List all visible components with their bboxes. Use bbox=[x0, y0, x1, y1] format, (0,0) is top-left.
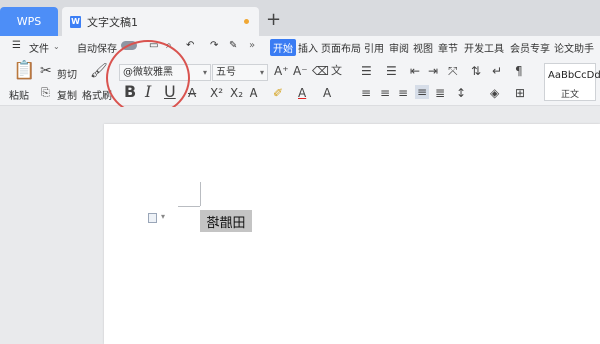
tab-developer[interactable]: 开发工具 bbox=[464, 40, 504, 55]
grow-font-icon[interactable]: A⁺ bbox=[274, 64, 289, 78]
increase-indent-icon[interactable]: ⇥ bbox=[428, 64, 438, 78]
tab-home[interactable]: 开始 bbox=[270, 39, 296, 56]
borders-icon[interactable]: ⊞ bbox=[515, 86, 525, 100]
tab-member[interactable]: 会员专享 bbox=[510, 40, 550, 55]
document-canvas: ▾ 田腊塔 bbox=[0, 107, 600, 344]
align-center-icon[interactable]: ≡ bbox=[380, 86, 390, 100]
unsaved-dot-icon bbox=[244, 19, 249, 24]
copy-icon[interactable]: ⎘ bbox=[41, 86, 50, 100]
align-right-icon[interactable]: ≡ bbox=[398, 86, 408, 100]
copy-button[interactable]: 复制 bbox=[57, 87, 77, 102]
tab-insert[interactable]: 插入 bbox=[298, 40, 318, 55]
font-size-value: 五号 bbox=[216, 67, 236, 78]
hamburger-menu-icon[interactable]: ☰ bbox=[12, 40, 21, 51]
paste-icon[interactable]: 📋 bbox=[13, 62, 35, 80]
tab-section[interactable]: 章节 bbox=[438, 40, 458, 55]
undo-icon[interactable]: ↶ bbox=[186, 40, 194, 51]
phonetic-guide-icon[interactable]: 文 bbox=[331, 64, 342, 78]
tab-paper-assistant[interactable]: 论文助手 bbox=[554, 40, 594, 55]
chinese-layout-icon[interactable]: ⤧ bbox=[448, 64, 458, 78]
tab-page-layout[interactable]: 页面布局 bbox=[321, 40, 361, 55]
tab-view[interactable]: 视图 bbox=[413, 40, 433, 55]
highlight-color-icon[interactable]: ✐ bbox=[273, 86, 283, 100]
sort-icon[interactable]: ⇅ bbox=[471, 64, 481, 78]
autosave-label: 自动保存 bbox=[77, 44, 117, 55]
decrease-indent-icon[interactable]: ⇤ bbox=[410, 64, 420, 78]
paragraph-spacing-icon[interactable]: ↵ bbox=[492, 64, 502, 78]
paragraph-layout-icon[interactable] bbox=[148, 213, 157, 223]
show-marks-icon[interactable]: ¶ bbox=[515, 64, 523, 78]
ribbon-home: 📋 粘贴 ✂ 剪切 ⎘ 复制 🖌 格式刷 @微软雅黑 ▾ 五号 ▾ A⁺ A⁻ … bbox=[0, 40, 600, 116]
style-normal-label: 正文 bbox=[561, 90, 580, 100]
chevron-down-icon[interactable]: ▾ bbox=[161, 212, 165, 221]
redo-icon[interactable]: ↷ bbox=[210, 40, 218, 51]
subscript-icon[interactable]: X₂ bbox=[230, 86, 243, 100]
writer-doc-icon: W bbox=[70, 15, 81, 28]
text-effect-icon[interactable]: Ꭺ bbox=[250, 86, 258, 100]
distributed-align-icon[interactable]: ≣ bbox=[435, 86, 445, 100]
document-tab[interactable]: W 文字文稿1 bbox=[62, 7, 259, 36]
file-dropdown-icon[interactable]: ⌄ bbox=[53, 42, 60, 51]
chevron-down-icon: ▾ bbox=[259, 68, 264, 77]
clear-format-icon[interactable]: ⌫ bbox=[312, 64, 329, 78]
margin-corner-mark bbox=[200, 182, 201, 206]
paste-button[interactable]: 粘贴 bbox=[9, 87, 29, 102]
margin-corner-mark bbox=[178, 206, 200, 207]
align-left-icon[interactable]: ≡ bbox=[361, 86, 371, 100]
numbered-list-icon[interactable]: ☰ bbox=[386, 64, 397, 78]
font-size-select[interactable]: 五号 ▾ bbox=[212, 64, 268, 81]
chevron-down-icon: ▾ bbox=[202, 68, 207, 77]
cut-button[interactable]: 剪切 bbox=[57, 66, 77, 81]
document-page[interactable]: ▾ 田腊塔 bbox=[104, 124, 600, 344]
selected-text[interactable]: 田腊塔 bbox=[200, 210, 252, 232]
style-preview-text: AaBbCcDd bbox=[548, 70, 600, 81]
menu-bar: ☰ 文件 ⌄ 自动保存 ▭ ⌕ ↶ ↷ ✎ » 开始 插入 页面布局 引用 审阅… bbox=[0, 36, 600, 58]
scissors-icon[interactable]: ✂ bbox=[40, 64, 52, 78]
file-menu[interactable]: 文件 bbox=[29, 40, 49, 55]
format-painter-small-icon[interactable]: ✎ bbox=[229, 40, 237, 51]
style-normal[interactable]: AaBbCcDd 正文 bbox=[544, 63, 600, 101]
justify-icon[interactable]: ≡ bbox=[415, 85, 430, 99]
char-shading-icon[interactable]: A bbox=[323, 86, 331, 100]
tab-review[interactable]: 审阅 bbox=[389, 40, 409, 55]
wps-home-tab[interactable]: WPS bbox=[0, 7, 58, 36]
annotation-circle bbox=[106, 40, 190, 116]
shading-icon[interactable]: ◈ bbox=[490, 86, 499, 100]
title-bar: WPS W 文字文稿1 + bbox=[0, 0, 600, 36]
document-tab-title: 文字文稿1 bbox=[87, 15, 138, 29]
shrink-font-icon[interactable]: A⁻ bbox=[293, 64, 308, 78]
font-color-icon[interactable]: A bbox=[298, 86, 306, 100]
strikethrough-icon[interactable]: A bbox=[188, 86, 196, 100]
wps-tab-label: WPS bbox=[16, 15, 42, 28]
bullet-list-icon[interactable]: ☰ bbox=[361, 64, 372, 78]
more-icon[interactable]: » bbox=[249, 40, 255, 51]
line-spacing-icon[interactable]: ↕ bbox=[456, 86, 466, 100]
new-tab-button[interactable]: + bbox=[266, 9, 281, 30]
superscript-icon[interactable]: X² bbox=[210, 86, 223, 100]
tab-references[interactable]: 引用 bbox=[364, 40, 384, 55]
